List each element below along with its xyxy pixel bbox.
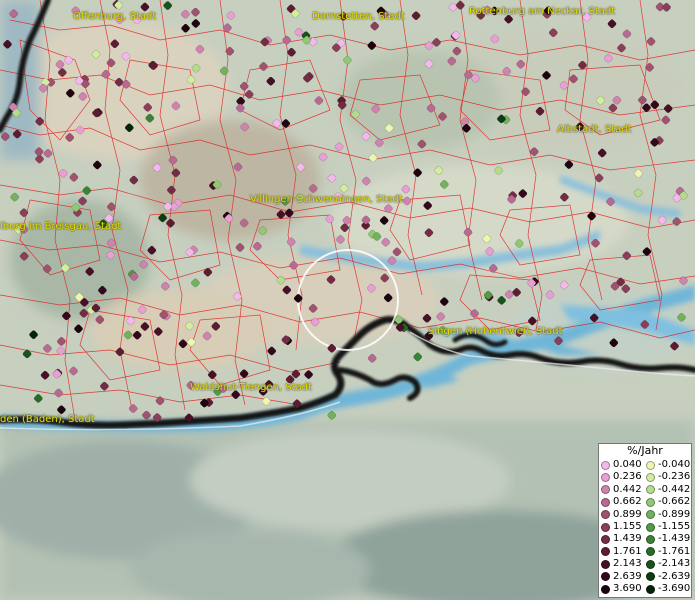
legend-value: 1.439 bbox=[613, 533, 642, 545]
legend-entry-positive: 0.040 bbox=[601, 459, 642, 471]
legend-entry-negative: -0.442 bbox=[646, 484, 690, 496]
legend-entry-negative: -0.899 bbox=[646, 509, 690, 521]
legend-entry-positive: 1.439 bbox=[601, 533, 642, 545]
legend-entry-negative: -2.639 bbox=[646, 571, 690, 583]
legend-swatch bbox=[646, 522, 655, 532]
legend-value: 1.155 bbox=[613, 521, 642, 532]
legend-value: 2.639 bbox=[613, 570, 642, 582]
legend-entry-positive: 0.442 bbox=[601, 484, 642, 496]
legend: %/Jahr 0.040 -0.040 0.236 -0.236 0.442 -0.442… bbox=[598, 443, 692, 598]
legend-value: 0.236 bbox=[613, 471, 642, 483]
legend-entry-positive: 1.155 bbox=[601, 521, 642, 533]
legend-swatch bbox=[601, 559, 610, 569]
legend-swatch bbox=[646, 559, 655, 569]
legend-value: 1.761 bbox=[613, 545, 642, 557]
legend-swatch bbox=[601, 460, 610, 470]
legend-swatch bbox=[646, 584, 655, 594]
legend-swatch bbox=[646, 485, 655, 495]
legend-swatch bbox=[646, 572, 655, 582]
legend-entry-positive: 0.899 bbox=[601, 509, 642, 521]
legend-entry-negative: -0.040 bbox=[646, 459, 690, 471]
city-label-freiburg: iburg im Breisgau, Stadt bbox=[0, 221, 122, 232]
map-canvas[interactable]: Offenburg, Stadt Dornstetten, Stadt Rott… bbox=[0, 0, 695, 600]
legend-entry-negative: -1.439 bbox=[646, 533, 690, 545]
legend-value: -2.143 bbox=[658, 558, 691, 570]
legend-entry-negative: -0.236 bbox=[646, 471, 690, 483]
legend-value: -1.155 bbox=[658, 521, 691, 532]
legend-entry-negative: -2.143 bbox=[646, 558, 690, 570]
legend-value: 0.899 bbox=[613, 508, 642, 520]
legend-entry-negative: -3.690 bbox=[646, 583, 690, 595]
city-label-singen: Singen (Hohentwiel), Stadt bbox=[428, 326, 563, 337]
legend-value: -0.662 bbox=[658, 496, 691, 508]
city-label-baden: den (Baden), Stadt bbox=[0, 414, 95, 425]
legend-swatch bbox=[601, 472, 610, 482]
legend-swatch bbox=[601, 547, 610, 557]
legend-entry-positive: 2.143 bbox=[601, 558, 642, 570]
legend-value: 2.143 bbox=[613, 558, 642, 570]
legend-swatch bbox=[646, 497, 655, 507]
legend-value: -0.899 bbox=[658, 508, 691, 520]
legend-value: 0.040 bbox=[613, 459, 642, 470]
legend-value: -3.690 bbox=[658, 583, 691, 594]
legend-entry-positive: 0.236 bbox=[601, 471, 642, 483]
legend-swatch bbox=[646, 472, 655, 482]
terrain-layer bbox=[0, 0, 695, 600]
legend-value: -0.236 bbox=[658, 471, 691, 483]
legend-entry-negative: -1.761 bbox=[646, 546, 690, 558]
legend-value: -0.442 bbox=[658, 483, 691, 495]
legend-entry-positive: 2.639 bbox=[601, 571, 642, 583]
legend-swatch bbox=[646, 534, 655, 544]
legend-swatch bbox=[601, 522, 610, 532]
legend-value: 0.442 bbox=[613, 483, 642, 495]
legend-value: -0.040 bbox=[658, 459, 691, 470]
legend-title: %/Jahr bbox=[627, 444, 663, 457]
city-label-offenburg: Offenburg, Stadt bbox=[73, 11, 157, 22]
legend-value: -2.639 bbox=[658, 570, 691, 582]
legend-entry-negative: -1.155 bbox=[646, 521, 690, 533]
legend-entry-positive: 3.690 bbox=[601, 583, 642, 595]
legend-swatch bbox=[601, 497, 610, 507]
legend-entry-positive: 0.662 bbox=[601, 496, 642, 508]
legend-entry-positive: 1.761 bbox=[601, 546, 642, 558]
city-label-villingen: Villingen-Schwenningen, Stadt bbox=[250, 194, 403, 205]
legend-value: -1.761 bbox=[658, 545, 691, 557]
city-label-dornstetten: Dornstetten, Stadt bbox=[312, 11, 405, 22]
legend-entry-negative: -0.662 bbox=[646, 496, 690, 508]
legend-swatch bbox=[601, 485, 610, 495]
city-label-rottenburg: Rottenburg am Neckar, Stadt bbox=[469, 6, 616, 17]
legend-value: 3.690 bbox=[613, 583, 642, 594]
legend-swatch bbox=[601, 534, 610, 544]
legend-value: 0.662 bbox=[613, 496, 642, 508]
city-label-albstadt: Albstadt, Stadt bbox=[557, 124, 632, 135]
legend-swatch bbox=[601, 510, 610, 520]
legend-swatch bbox=[646, 510, 655, 520]
legend-swatch bbox=[646, 460, 655, 470]
legend-swatch bbox=[601, 584, 610, 594]
legend-value: -1.439 bbox=[658, 533, 691, 545]
city-label-waldshut: Waldshut-Tiengen, Stadt bbox=[190, 382, 312, 393]
legend-swatch bbox=[601, 572, 610, 582]
legend-swatch bbox=[646, 547, 655, 557]
